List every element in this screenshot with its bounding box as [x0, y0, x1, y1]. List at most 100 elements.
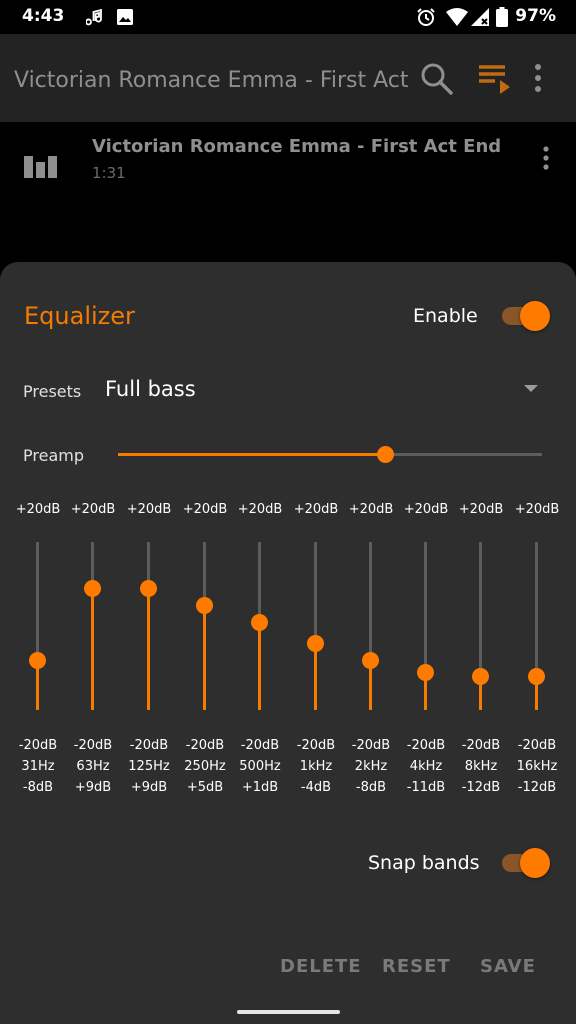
band-gain: -12dB — [461, 780, 501, 795]
band-fill — [147, 588, 150, 710]
equalizer-sheet: Equalizer Enable Presets Full bass Pream… — [0, 262, 576, 1024]
band-slider[interactable]: +20dB -20dB 500Hz +1dB — [232, 500, 288, 800]
band-thumb[interactable] — [417, 664, 434, 682]
band-max-label: +20dB — [403, 502, 449, 517]
reset-button[interactable]: RESET — [382, 956, 451, 977]
cellular-icon — [471, 8, 489, 26]
status-time: 4:43 — [22, 6, 65, 26]
band-thumb[interactable] — [528, 668, 545, 686]
band-min-label: -20dB — [185, 738, 225, 753]
band-gain: -12dB — [517, 780, 557, 795]
enable-label: Enable — [413, 305, 478, 327]
band-fill — [91, 588, 94, 710]
band-min-label: -20dB — [296, 738, 336, 753]
queue-item[interactable]: Victorian Romance Emma - First Act Endin… — [0, 122, 576, 202]
band-thumb[interactable] — [307, 634, 324, 652]
switch-thumb — [520, 301, 550, 331]
preamp-slider[interactable] — [118, 444, 542, 464]
wifi-icon — [446, 8, 468, 26]
band-track — [362, 542, 379, 710]
band-track — [29, 542, 46, 710]
band-frequency: 16kHz — [516, 759, 558, 774]
band-slider[interactable]: +20dB -20dB 4kHz -11dB — [398, 500, 454, 800]
band-max-label: +20dB — [126, 502, 172, 517]
snap-bands-switch[interactable] — [500, 848, 550, 878]
toolbar-title: Victorian Romance Emma - First Act En — [14, 68, 414, 93]
band-thumb[interactable] — [362, 651, 379, 669]
band-min-label: -20dB — [351, 738, 391, 753]
preset-select[interactable]: Full bass — [105, 377, 196, 401]
band-thumb[interactable] — [84, 580, 101, 598]
band-max-label: +20dB — [15, 502, 61, 517]
band-fill — [203, 605, 206, 710]
band-thumb[interactable] — [140, 580, 157, 598]
band-gain: +9dB — [74, 780, 112, 795]
item-more-icon[interactable] — [538, 144, 554, 174]
band-thumb[interactable] — [29, 651, 46, 669]
band-gain: +9dB — [130, 780, 168, 795]
band-min-label: -20dB — [240, 738, 280, 753]
band-slider[interactable]: +20dB -20dB 31Hz -8dB — [10, 500, 66, 800]
band-max-label: +20dB — [514, 502, 560, 517]
battery-icon — [496, 7, 508, 27]
band-frequency: 4kHz — [409, 759, 443, 774]
band-track — [84, 542, 101, 710]
equalizer-title: Equalizer — [24, 302, 135, 330]
presets-label: Presets — [23, 382, 82, 401]
band-slider[interactable]: +20dB -20dB 125Hz +9dB — [121, 500, 177, 800]
search-icon[interactable] — [418, 60, 454, 96]
music-note-icon — [86, 8, 102, 26]
preamp-thumb[interactable] — [377, 446, 395, 463]
band-thumb[interactable] — [196, 597, 213, 614]
band-slider[interactable]: +20dB -20dB 2kHz -8dB — [343, 500, 399, 800]
track-duration: 1:31 — [92, 164, 126, 182]
switch-thumb — [520, 848, 550, 878]
band-max-label: +20dB — [70, 502, 116, 517]
band-frequency: 31Hz — [21, 759, 55, 774]
band-track — [472, 542, 489, 710]
band-track — [307, 542, 324, 710]
band-min-label: -20dB — [461, 738, 501, 753]
band-min-label: -20dB — [18, 738, 58, 753]
band-track — [528, 542, 545, 710]
band-slider[interactable]: +20dB -20dB 1kHz -4dB — [288, 500, 344, 800]
band-min-label: -20dB — [129, 738, 169, 753]
band-min-label: -20dB — [517, 738, 557, 753]
band-track — [251, 542, 268, 710]
preamp-fill — [118, 453, 386, 456]
save-button[interactable]: SAVE — [480, 956, 536, 977]
image-icon — [117, 9, 133, 25]
band-gain: -4dB — [300, 780, 332, 795]
more-vert-icon[interactable] — [530, 60, 546, 96]
band-thumb[interactable] — [472, 668, 489, 686]
band-max-label: +20dB — [458, 502, 504, 517]
playlist-play-icon[interactable] — [476, 60, 512, 96]
band-slider[interactable]: +20dB -20dB 63Hz +9dB — [65, 500, 121, 800]
band-frequency: 250Hz — [184, 759, 226, 774]
band-gain: -8dB — [355, 780, 387, 795]
band-min-label: -20dB — [73, 738, 113, 753]
app-toolbar: Victorian Romance Emma - First Act En — [0, 34, 576, 122]
status-bar: 4:43 97% — [0, 0, 576, 34]
dropdown-arrow-icon[interactable] — [524, 385, 538, 392]
band-frequency: 1kHz — [299, 759, 333, 774]
equalizer-bars-icon — [24, 156, 57, 178]
delete-button[interactable]: DELETE — [280, 956, 362, 977]
band-frequency: 125Hz — [128, 759, 170, 774]
alarm-icon — [417, 8, 435, 26]
band-gain: +1dB — [241, 780, 279, 795]
band-track — [196, 542, 213, 710]
band-fill — [314, 642, 317, 710]
band-min-label: -20dB — [406, 738, 446, 753]
battery-percent: 97% — [515, 6, 556, 26]
enable-switch[interactable] — [500, 301, 550, 331]
band-frequency: 8kHz — [464, 759, 498, 774]
band-slider[interactable]: +20dB -20dB 8kHz -12dB — [453, 500, 509, 800]
band-slider[interactable]: +20dB -20dB 16kHz -12dB — [509, 500, 565, 800]
band-thumb[interactable] — [251, 613, 268, 631]
band-gain: +5dB — [186, 780, 224, 795]
band-track — [140, 542, 157, 710]
band-slider[interactable]: +20dB -20dB 250Hz +5dB — [177, 500, 233, 800]
band-frequency: 63Hz — [76, 759, 110, 774]
snap-bands-label: Snap bands — [368, 852, 480, 874]
